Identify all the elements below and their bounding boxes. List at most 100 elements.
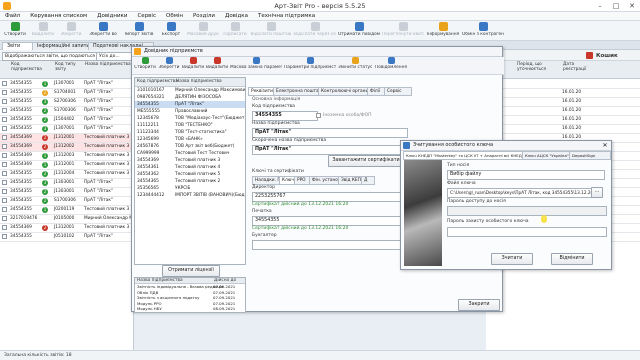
key-password-field[interactable] (447, 227, 607, 237)
table-row[interactable]: 34554369 2 J1312001 Тестовий платник 3 (0, 224, 133, 233)
table-row[interactable]: 34554355 2 S1700306 ПрАТ "Літак" (0, 197, 133, 206)
row-checkbox[interactable] (2, 90, 7, 95)
col-period[interactable]: Період, що уточнюється (516, 61, 558, 73)
col-report-type-code[interactable]: Код типу звіту (54, 61, 82, 73)
toolbar-button-12[interactable]: Інформування (426, 22, 460, 40)
menu-item-1[interactable]: Керування списком (25, 12, 92, 20)
table-row[interactable]: 34554355 2 J1303001 ПрАТ "Літак" (0, 188, 133, 197)
row-checkbox[interactable] (2, 108, 7, 113)
details-tab-1[interactable]: Електронна пошта (273, 87, 323, 96)
media-password-field[interactable] (447, 206, 607, 216)
right-row[interactable]: 16.01.20 (486, 116, 640, 125)
enterprise-row[interactable]: 35356565 УКРСІБ (135, 185, 245, 192)
toolbar-button-3[interactable]: Зберегти во (86, 22, 120, 40)
row-checkbox[interactable] (2, 234, 7, 239)
toolbar-button-6[interactable]: Масовий друк (186, 22, 220, 40)
report-filter-select[interactable]: Відображаються звіти, що подаються до (2, 52, 100, 61)
table-row[interactable]: 34554355 2 J1504402 ПрАТ "Літак" (0, 116, 133, 125)
table-row[interactable]: 34554355 J0510102 ПрАТ "Літак" (0, 233, 133, 242)
row-checkbox[interactable] (2, 135, 7, 140)
toolbar-button-5[interactable]: Експорт (158, 22, 184, 40)
browse-button[interactable]: … (591, 187, 603, 198)
table-row[interactable]: 34554369 1 J1312001 Тестовий платник 3 (0, 161, 133, 170)
toolbar-button-0[interactable]: Створити (2, 22, 28, 40)
table-row[interactable]: 3217019476 J0105000 Мирний Олександр Макси… (0, 215, 133, 224)
row-checkbox[interactable] (2, 207, 7, 212)
foreign-checkbox[interactable] (316, 113, 321, 118)
enterprise-row[interactable]: 3101010167 Мирний Олександр Максимович Те… (135, 87, 245, 94)
toolbar-button-9[interactable]: Відіслати через сервіс (294, 22, 336, 40)
right-row[interactable] (486, 80, 640, 89)
close-icon[interactable]: ✕ (624, 0, 640, 12)
table-row[interactable]: 34554355 2 J1312004 Тестовий платник 3 (0, 170, 133, 179)
menu-item-7[interactable]: Технічна підтримка (253, 12, 320, 20)
toolbar-button-8[interactable]: Відіслати поштою (250, 22, 292, 40)
table-row[interactable]: 34554355 1 J1307001 ПрАТ "Літак" (0, 80, 133, 89)
toolbar-button-10[interactable]: Отримати повідомлення (338, 22, 380, 40)
media-type-select[interactable]: Вибір файлу (447, 170, 605, 180)
menu-item-3[interactable]: Сервіс (132, 12, 161, 20)
menu-item-6[interactable]: Довідка (220, 12, 253, 20)
ent-toolbar-button-3[interactable]: Видалити (206, 57, 228, 75)
enterprise-row[interactable]: 34554361 Тестовий платник 4 (135, 164, 245, 171)
enterprise-row[interactable]: 24567876 ТОВ Арт звіт веб(Бюджет) (135, 143, 245, 150)
ent-toolbar-button-6[interactable]: Змінити статус (338, 57, 372, 75)
col-ent-code[interactable]: Код підприємства (136, 78, 179, 85)
right-row[interactable]: 16.01.20 (486, 98, 640, 107)
accountant-field[interactable] (252, 240, 408, 250)
dialog-tab-0[interactable]: Ключ КНЕДП "Masterkey" та ЦСК ІіТ + Апар… (403, 151, 527, 160)
enterprise-row[interactable]: ME555555 Православний (135, 108, 245, 115)
code-field[interactable]: 34554355 (252, 111, 318, 121)
table-row[interactable]: 34554355 3 J1303001 ПрАТ "Літак" (0, 179, 133, 188)
col-enterprise-name[interactable]: Назва підприємства (84, 61, 134, 68)
details-tab-2[interactable]: Контролюючі органи (318, 87, 372, 96)
trash-icon[interactable] (586, 52, 593, 59)
ent-toolbar-button-1[interactable]: Зберегти (158, 57, 180, 75)
toolbar-button-13[interactable]: Обмін з контрагентами (462, 22, 504, 40)
ent-toolbar-button-5[interactable]: Параметри підприємства (284, 57, 336, 75)
maximize-icon[interactable]: □ (608, 0, 624, 12)
row-checkbox[interactable] (2, 189, 7, 194)
row-checkbox[interactable] (2, 180, 7, 185)
table-row[interactable]: 34554355 1 J0200119 Тестовий платник 3 (0, 206, 133, 215)
row-checkbox[interactable] (2, 144, 7, 149)
row-checkbox[interactable] (2, 81, 7, 86)
short-name-field[interactable]: ПрАТ "Літак" (252, 145, 408, 155)
row-checkbox[interactable] (2, 126, 7, 131)
minimize-icon[interactable]: – (592, 0, 608, 12)
table-row[interactable]: 34554355 2 S1704001 ПрАТ "Літак" (0, 89, 133, 98)
right-row[interactable]: 16.01.20 (486, 107, 640, 116)
table-row[interactable]: 34554355 3 J1307001 ПрАТ "Літак" (0, 125, 133, 134)
enterprise-row[interactable]: 34554365 Тестовий платник 2 (135, 178, 245, 185)
trash-label[interactable]: Кошик (596, 53, 618, 59)
col-ent-name[interactable]: Назва підприємства (175, 78, 223, 85)
row-checkbox[interactable] (2, 162, 7, 167)
enterprise-row[interactable]: 1234444412 ІМПОРТ ЗВІТІВ (ВАНОВИЧ)(Бюджет… (135, 192, 245, 199)
enterprise-row[interactable]: 12345699 ТОВ «БАНК» (135, 136, 245, 143)
table-row[interactable]: 34554369 2 J1312001 Тестовий платник 3 (0, 134, 133, 143)
right-row[interactable]: 16.01.20 (486, 89, 640, 98)
cancel-button[interactable]: Відмінити (551, 253, 593, 265)
row-checkbox[interactable] (2, 171, 7, 176)
enterprise-row[interactable]: 34554355 ПрАТ "Літак" (135, 101, 245, 108)
col-registration-date[interactable]: Дата реєстрації (562, 61, 598, 73)
toolbar-button-4[interactable]: Імпорт звітів (122, 22, 156, 40)
ent-toolbar-button-4[interactable]: Масова заміна параметрів (230, 57, 282, 75)
period-select[interactable]: Усіх до... (96, 52, 132, 61)
toolbar-button-1[interactable]: Видалити (30, 22, 56, 40)
row-checkbox[interactable] (2, 216, 7, 221)
dialog-tab-2[interactable]: DepositSign (569, 151, 611, 160)
enterprise-row[interactable]: CA999999 Тестовий Тест Тестович (135, 150, 245, 157)
seal-field[interactable]: 34554355 (252, 216, 408, 226)
key-tab-5[interactable]: Д (361, 176, 375, 185)
director-field[interactable]: 2253255767 (252, 192, 408, 202)
row-checkbox[interactable] (2, 225, 7, 230)
row-checkbox[interactable] (2, 198, 7, 203)
menu-item-4[interactable]: Обмін (161, 12, 188, 20)
row-checkbox[interactable] (2, 99, 7, 104)
table-row[interactable]: 34554355 2 S1700306 ПрАТ "Літак" (0, 107, 133, 116)
menu-item-2[interactable]: Довідники (92, 12, 132, 20)
col-enterprise-code[interactable]: Код підприємства (10, 61, 42, 73)
row-checkbox[interactable] (2, 117, 7, 122)
enterprise-row[interactable]: 34554362 Тестовий платник 5 (135, 171, 245, 178)
